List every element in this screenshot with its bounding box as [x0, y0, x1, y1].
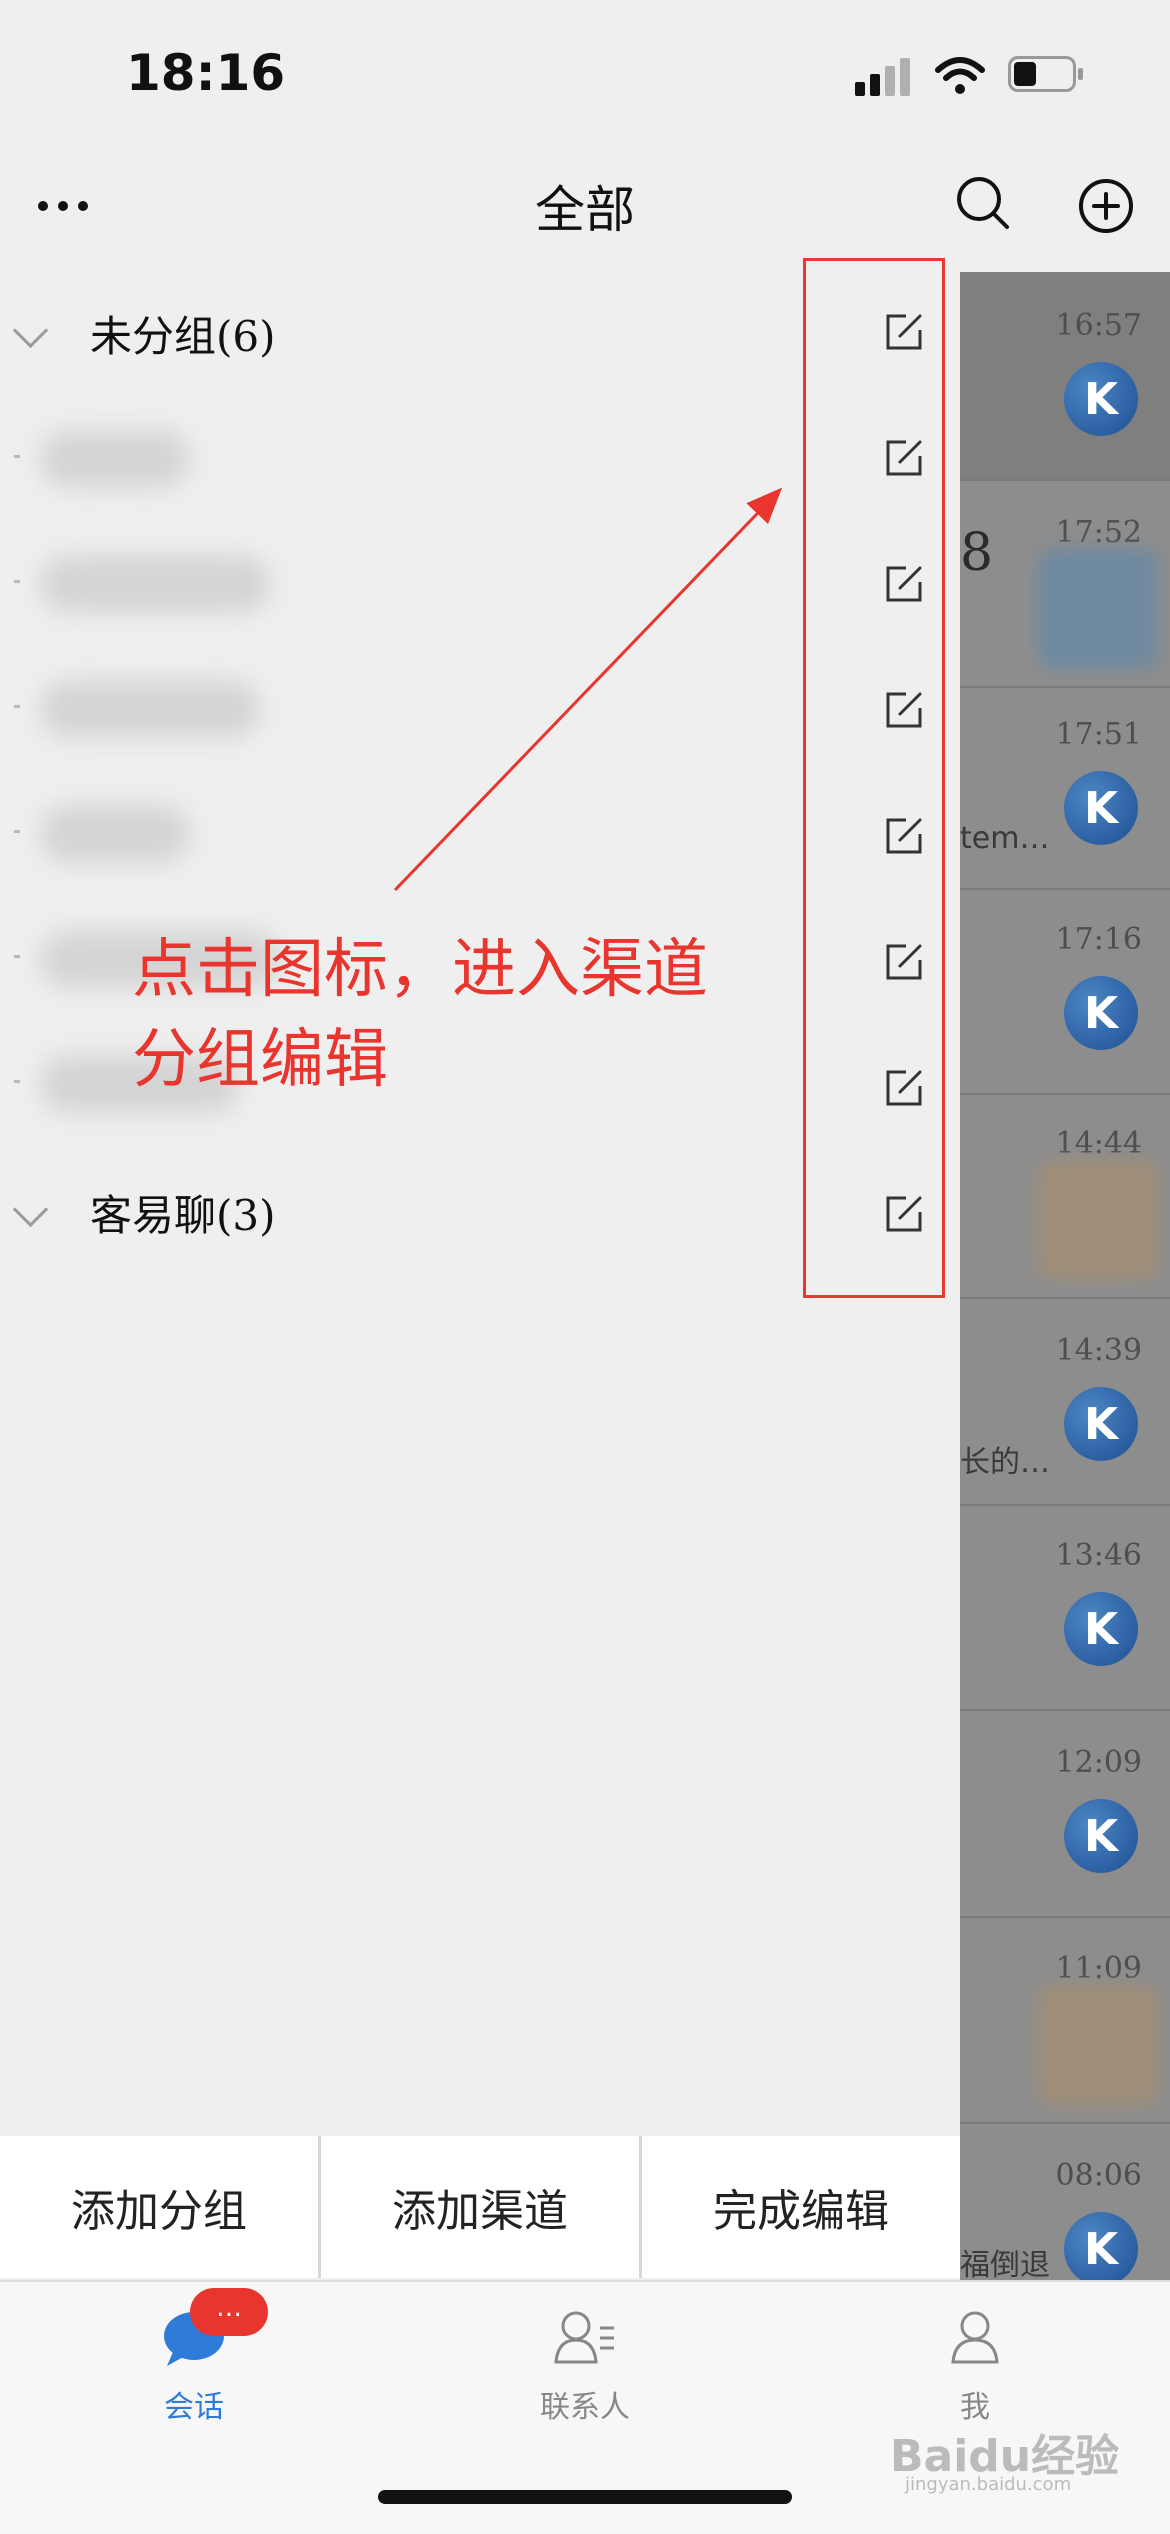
annotation-text: 点击图标，进入渠道 分组编辑 [132, 925, 812, 1105]
tab-chat-label: 会话 [164, 2390, 224, 2425]
chat-row: 12:09 [960, 1709, 1170, 1918]
unread-badge: … [190, 2288, 268, 2336]
tab-me[interactable]: 我 [855, 2308, 1095, 2426]
watermark-url: jingyan.baidu.com [905, 2474, 1072, 2495]
finish-edit-button[interactable]: 完成编辑 [642, 2136, 960, 2278]
chat-time: 11:09 [1055, 1951, 1142, 1986]
avatar [1064, 1592, 1138, 1666]
avatar [1064, 2212, 1138, 2280]
person-icon [951, 2311, 999, 2364]
chat-time: 08:06 [1055, 2158, 1142, 2193]
avatar [1064, 1799, 1138, 1873]
chat-snippet: 长的… [960, 1445, 1050, 1480]
home-indicator[interactable] [378, 2490, 792, 2504]
add-group-button[interactable]: 添加分组 [0, 2136, 318, 2278]
chat-time: 14:39 [1055, 1333, 1142, 1368]
chat-row: 13:46 [960, 1502, 1170, 1711]
avatar [1064, 1387, 1138, 1461]
avatar [1038, 1985, 1158, 2105]
contacts-icon [554, 2311, 614, 2364]
chat-time: 12:09 [1055, 1745, 1142, 1780]
chat-row: 11:09 [960, 1915, 1170, 2124]
annotation-arrow [393, 487, 783, 892]
add-channel-button[interactable]: 添加渠道 [321, 2136, 639, 2278]
annotation-line-2: 分组编辑 [132, 1023, 388, 1097]
tab-contacts[interactable]: 联系人 [465, 2308, 705, 2426]
chat-row: 14:39 长的… [960, 1297, 1170, 1506]
chat-time: 13:46 [1055, 1538, 1142, 1573]
annotation-line-1: 点击图标，进入渠道 [132, 933, 708, 1007]
chat-row: 08:06 福倒退 [960, 2122, 1170, 2280]
edit-action-bar: 添加分组 添加渠道 完成编辑 [0, 2136, 960, 2278]
tab-contacts-label: 联系人 [540, 2390, 630, 2425]
chat-snippet: 福倒退 [960, 2248, 1050, 2280]
